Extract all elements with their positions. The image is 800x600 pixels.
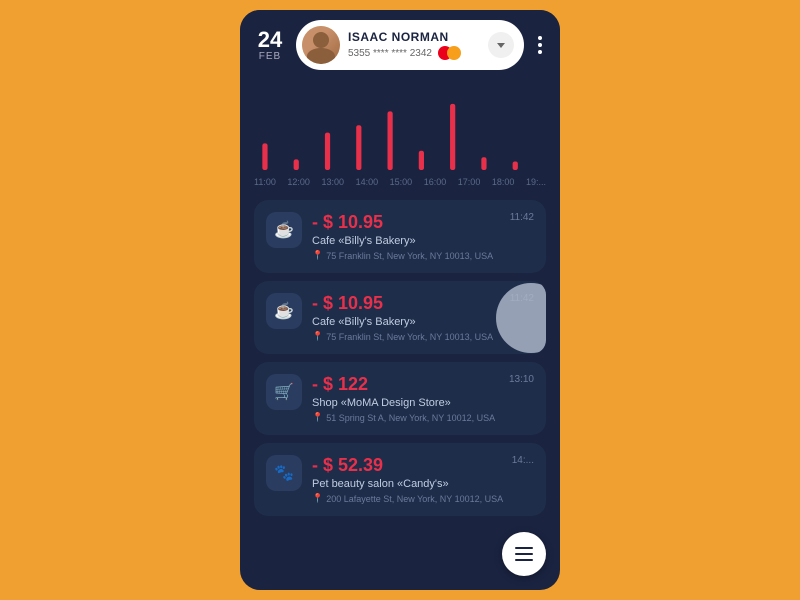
chart-label-1800: 18:00 (492, 177, 515, 187)
tx-name-4: Pet beauty salon «Candy's» (312, 478, 534, 490)
pin-icon-4: 📍 (312, 493, 323, 504)
header: 24 FEB ISAAC NORMAN 5355 **** **** 2342 (240, 10, 560, 80)
avatar-image (302, 26, 340, 64)
tx-location-text-3: 51 Spring St A, New York, NY 10012, USA (326, 413, 495, 423)
cafe-icon-1: ☕ (266, 212, 302, 248)
profile-info: ISAAC NORMAN 5355 **** **** 2342 (348, 30, 480, 60)
shop-icon: 🛒 (266, 374, 302, 410)
tx-location-1: 📍 75 Franklin St, New York, NY 10013, US… (312, 250, 534, 261)
tx-name-1: Cafe «Billy's Bakery» (312, 235, 534, 247)
date-day: 24 (258, 29, 282, 51)
chart-label-1500: 15:00 (390, 177, 413, 187)
chart-label-1600: 16:00 (424, 177, 447, 187)
pin-icon-1: 📍 (312, 250, 323, 261)
chart-labels: 11:00 12:00 13:00 14:00 15:00 16:00 17:0… (254, 177, 546, 187)
more-dot-1 (538, 36, 542, 40)
tx-info-1: - $ 10.95 Cafe «Billy's Bakery» 📍 75 Fra… (312, 212, 534, 261)
cafe-icon-2: ☕ (266, 293, 302, 329)
transaction-item-3[interactable]: 🛒 - $ 122 Shop «MoMA Design Store» 📍 51 … (254, 362, 546, 435)
phone-container: 24 FEB ISAAC NORMAN 5355 **** **** 2342 (240, 10, 560, 590)
tx-location-4: 📍 200 Lafayette St, New York, NY 10012, … (312, 493, 534, 504)
chart-svg (254, 90, 546, 170)
tx-location-text-2: 75 Franklin St, New York, NY 10013, USA (326, 332, 493, 342)
transaction-item-1[interactable]: ☕ - $ 10.95 Cafe «Billy's Bakery» 📍 75 F… (254, 200, 546, 273)
profile-card-row: 5355 **** **** 2342 (348, 46, 480, 60)
chart-label-1700: 17:00 (458, 177, 481, 187)
tx-location-text-1: 75 Franklin St, New York, NY 10013, USA (326, 251, 493, 261)
chart-label-1400: 14:00 (356, 177, 379, 187)
card-number: 5355 **** **** 2342 (348, 48, 432, 59)
tx-location-3: 📍 51 Spring St A, New York, NY 10012, US… (312, 412, 534, 423)
tx-amount-1: - $ 10.95 (312, 212, 534, 233)
mastercard-icon (438, 46, 461, 60)
transaction-item-2[interactable]: ☕ - $ 10.95 Cafe «Billy's Bakery» 📍 75 F… (254, 281, 546, 354)
date-block: 24 FEB (254, 29, 286, 62)
profile-name: ISAAC NORMAN (348, 30, 480, 44)
avatar (302, 26, 340, 64)
tx-time-3: 13:10 (509, 374, 534, 385)
menu-icon (515, 547, 533, 561)
pin-icon-3: 📍 (312, 412, 323, 423)
transaction-item-4[interactable]: 🐾 - $ 52.39 Pet beauty salon «Candy's» 📍… (254, 443, 546, 516)
more-button[interactable] (534, 32, 546, 58)
tx-info-3: - $ 122 Shop «MoMA Design Store» 📍 51 Sp… (312, 374, 534, 423)
mc-orange-circle (447, 46, 461, 60)
more-dot-2 (538, 43, 542, 47)
chevron-down-icon (497, 43, 505, 48)
profile-card[interactable]: ISAAC NORMAN 5355 **** **** 2342 (296, 20, 524, 70)
tx-time-1: 11:42 (510, 212, 534, 223)
chart-area: 11:00 12:00 13:00 14:00 15:00 16:00 17:0… (240, 80, 560, 190)
transactions-list: ☕ - $ 10.95 Cafe «Billy's Bakery» 📍 75 F… (240, 190, 560, 590)
pet-icon: 🐾 (266, 455, 302, 491)
tx-info-4: - $ 52.39 Pet beauty salon «Candy's» 📍 2… (312, 455, 534, 504)
tx-time-4: 14:... (512, 455, 534, 466)
tx-location-text-4: 200 Lafayette St, New York, NY 10012, US… (326, 494, 503, 504)
pin-icon-2: 📍 (312, 331, 323, 342)
date-month: FEB (259, 51, 281, 62)
more-dot-3 (538, 50, 542, 54)
dropdown-button[interactable] (488, 32, 514, 58)
chart-label-1300: 13:00 (321, 177, 344, 187)
tx-name-3: Shop «MoMA Design Store» (312, 397, 534, 409)
fab-button[interactable] (502, 532, 546, 576)
tx-amount-4: - $ 52.39 (312, 455, 534, 476)
chart-label-1900: 19:... (526, 177, 546, 187)
tx-amount-3: - $ 122 (312, 374, 534, 395)
chart-label-1200: 12:00 (287, 177, 310, 187)
chart-label-1100: 11:00 (254, 177, 276, 187)
